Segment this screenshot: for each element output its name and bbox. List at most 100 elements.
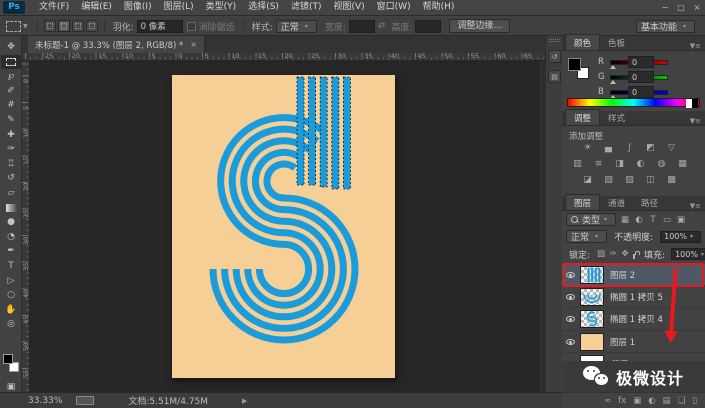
intersect-selection-button[interactable] <box>85 20 98 32</box>
foreground-color-swatch[interactable] <box>3 354 13 364</box>
brightness-contrast-icon[interactable]: ☀ <box>580 142 595 155</box>
menu-item-0[interactable]: 文件(F) <box>33 0 75 15</box>
lock-transparency-icon[interactable]: ▨ <box>596 249 606 259</box>
eraser-tool[interactable]: ▱ <box>1 186 21 200</box>
color-balance-icon[interactable]: ≡ <box>591 158 606 171</box>
layer-thumbnail[interactable] <box>580 287 604 306</box>
menu-item-9[interactable]: 帮助(H) <box>417 0 461 15</box>
black-white-icon[interactable]: ◨ <box>612 158 627 171</box>
fill-input[interactable]: 100% ▾ <box>671 248 705 260</box>
exposure-icon[interactable]: ◩ <box>643 142 658 155</box>
layer-thumbnail[interactable] <box>580 332 604 351</box>
selected-stripe[interactable] <box>331 76 340 190</box>
new-selection-button[interactable] <box>43 20 56 32</box>
close-button[interactable]: × <box>689 0 705 15</box>
history-brush-tool[interactable]: ↺ <box>1 171 21 185</box>
new-adjustment-layer-icon[interactable]: ◐ <box>648 396 655 406</box>
brush-tool[interactable]: ✑ <box>1 142 21 156</box>
layer-thumbnail[interactable] <box>580 265 604 284</box>
filter-smartobject-icon[interactable]: ▣ <box>675 215 687 225</box>
menu-item-2[interactable]: 图像(I) <box>118 0 158 15</box>
style-select[interactable]: 正常 ▾ <box>275 19 317 33</box>
refine-edge-button[interactable]: 调整边缘… <box>449 19 511 33</box>
curves-icon[interactable]: ∫ <box>622 142 637 155</box>
panel-menu-icon[interactable]: ▼≡ <box>690 42 701 50</box>
channel-value-input[interactable]: 0 <box>628 86 654 98</box>
tab-swatches[interactable]: 色板 <box>600 35 633 50</box>
layer-row-2[interactable]: 椭圆 1 拷贝 4 <box>562 308 705 331</box>
channel-value-input[interactable]: 0 <box>628 56 654 68</box>
link-layers-icon[interactable]: ∞ <box>604 396 611 406</box>
menu-item-1[interactable]: 编辑(E) <box>75 0 118 15</box>
hand-tool[interactable]: ✋ <box>1 303 21 317</box>
selected-stripe[interactable] <box>308 76 317 186</box>
shape-tool[interactable]: ○ <box>1 288 21 302</box>
blend-mode-select[interactable]: 正常 ▾ <box>566 230 608 243</box>
vibrance-icon[interactable]: ▽ <box>664 142 679 155</box>
channel-mixer-icon[interactable]: ◍ <box>654 158 669 171</box>
lasso-tool[interactable]: ℘ <box>1 69 21 83</box>
subtract-from-selection-button[interactable] <box>71 20 84 32</box>
layer-row-0[interactable]: 图层 2 <box>562 263 705 344</box>
history-panel-button[interactable]: ↺ <box>548 50 561 63</box>
document-tab[interactable]: 未标题-1 @ 33.3% (图层 2, RGB/8) * × <box>28 36 205 53</box>
antialias-checkbox[interactable] <box>186 21 196 31</box>
gradient-tool[interactable] <box>1 201 21 215</box>
filter-shape-icon[interactable]: ▭ <box>661 215 673 225</box>
vertical-scrollbar[interactable] <box>538 61 545 392</box>
zoom-tool[interactable]: ◎ <box>1 317 21 331</box>
close-document-icon[interactable]: × <box>190 40 197 49</box>
panel-menu-icon[interactable]: ▼≡ <box>690 117 701 125</box>
eyedropper-tool[interactable]: ✎ <box>1 113 21 127</box>
swap-dimensions-icon[interactable]: ⇄ <box>378 21 386 31</box>
filter-pixel-icon[interactable]: ▦ <box>619 215 631 225</box>
selective-color-icon[interactable]: ◫ <box>643 174 658 187</box>
visibility-eye-icon[interactable] <box>565 271 575 278</box>
delete-layer-icon[interactable]: ▯ <box>692 396 697 406</box>
pen-tool[interactable]: ✒ <box>1 244 21 258</box>
layer-mask-icon[interactable]: ▣ <box>633 396 641 406</box>
tab-adjustments[interactable]: 调整 <box>565 109 601 125</box>
maximize-button[interactable]: □ <box>673 0 689 15</box>
visibility-eye-icon[interactable] <box>565 293 575 300</box>
color-spectrum-ramp[interactable] <box>567 98 700 108</box>
healing-brush-tool[interactable]: ✚ <box>1 128 21 142</box>
gradient-map-icon[interactable]: ▩ <box>664 174 679 187</box>
add-to-selection-button[interactable] <box>57 20 70 32</box>
color-lookup-icon[interactable]: ▦ <box>675 158 690 171</box>
menu-item-4[interactable]: 类型(Y) <box>200 0 243 15</box>
menu-item-8[interactable]: 窗口(W) <box>371 0 417 15</box>
posterize-icon[interactable]: ▧ <box>601 174 616 187</box>
visibility-eye-icon[interactable] <box>565 338 575 345</box>
marquee-tool[interactable] <box>1 54 21 69</box>
slider-caret-icon[interactable] <box>610 80 616 84</box>
width-input[interactable] <box>348 19 375 33</box>
tab-styles[interactable]: 样式 <box>600 110 633 125</box>
visibility-eye-icon[interactable] <box>565 316 575 323</box>
layer-effects-icon[interactable]: fx <box>618 396 626 406</box>
opacity-input[interactable]: 100% ▾ <box>660 230 701 243</box>
tab-paths[interactable]: 路径 <box>633 195 666 210</box>
foreground-background-colors[interactable] <box>2 354 20 374</box>
selected-stripe[interactable] <box>319 76 328 188</box>
color-swatch-pair[interactable] <box>568 58 592 82</box>
panel-menu-icon[interactable]: ▼≡ <box>690 202 701 210</box>
levels-icon[interactable]: ▄ <box>601 142 616 155</box>
layer-thumbnail[interactable] <box>580 310 604 329</box>
hue-saturation-icon[interactable]: ▥ <box>570 158 585 171</box>
selected-stripe[interactable] <box>342 76 351 190</box>
photo-filter-icon[interactable]: ◐ <box>633 158 648 171</box>
selected-stripe[interactable] <box>296 76 305 186</box>
menu-item-5[interactable]: 选择(S) <box>242 0 285 15</box>
lock-all-icon[interactable] <box>633 250 641 259</box>
tool-preset-caret-icon[interactable]: ▼ <box>23 23 28 30</box>
threshold-icon[interactable]: ▨ <box>622 174 637 187</box>
tab-channels[interactable]: 通道 <box>600 195 633 210</box>
filter-adjustment-icon[interactable]: ◐ <box>633 215 645 225</box>
new-group-icon[interactable]: ▤ <box>663 396 671 406</box>
lock-pixels-icon[interactable]: ✑ <box>608 249 618 259</box>
height-input[interactable] <box>415 19 442 33</box>
status-flyout-icon[interactable]: ▶ <box>242 397 247 405</box>
invert-icon[interactable]: ◪ <box>580 174 595 187</box>
lock-position-icon[interactable]: ✥ <box>620 249 630 259</box>
